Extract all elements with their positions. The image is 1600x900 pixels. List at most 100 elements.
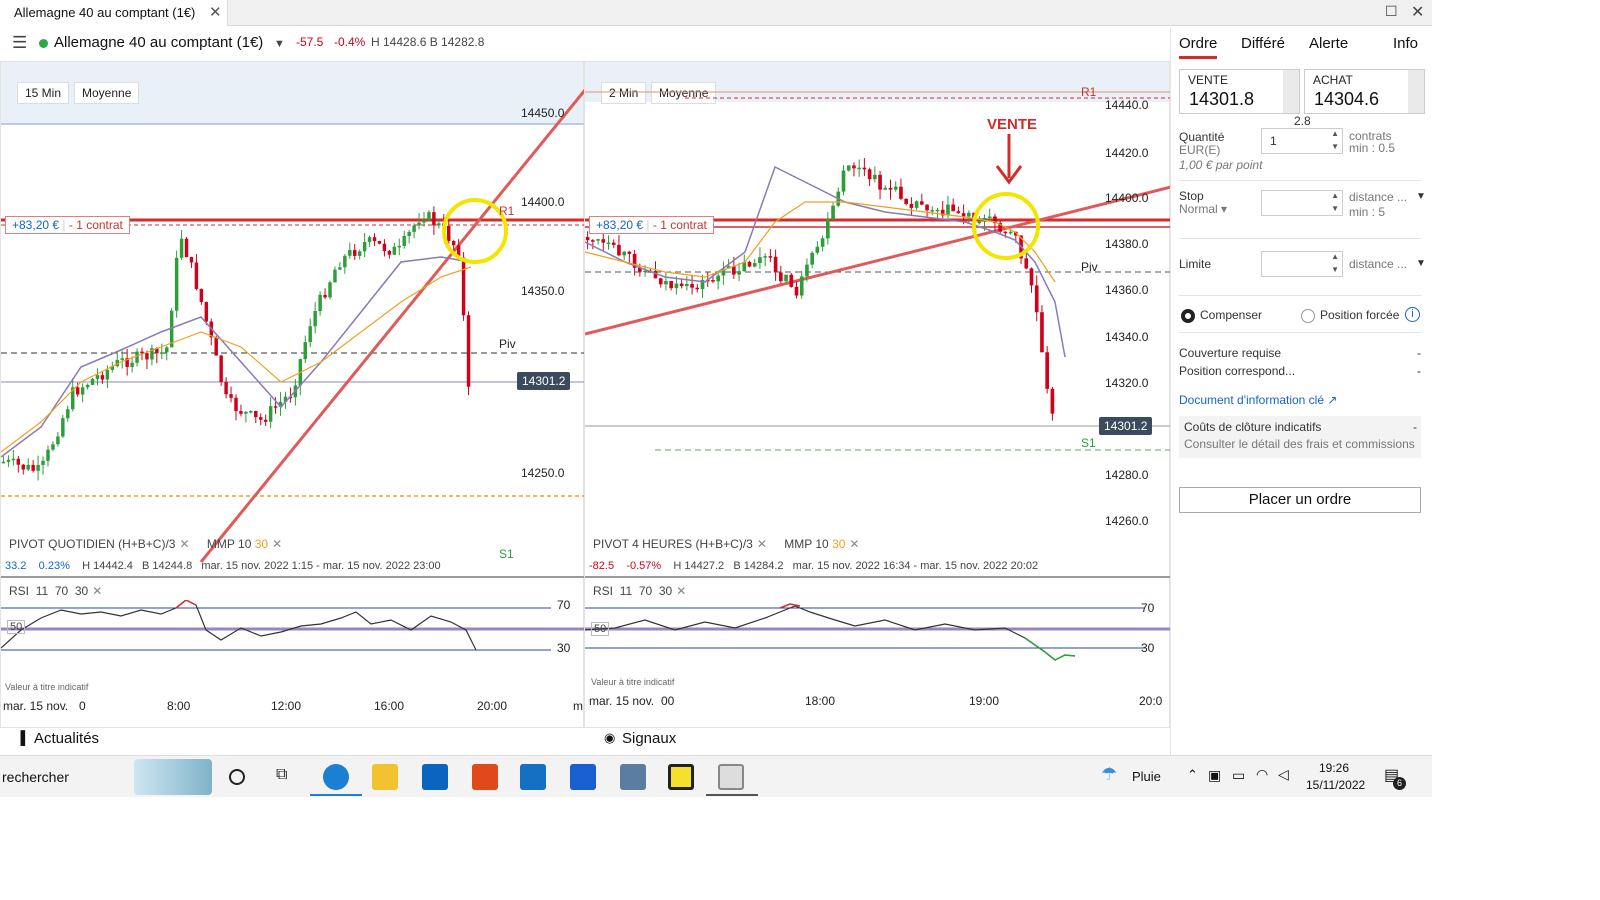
candle-body: [867, 169, 872, 180]
browser-tab[interactable]: Allemagne 40 au comptant (1€) ✕: [0, 0, 228, 26]
quantity-min: min : 0.5: [1349, 141, 1396, 155]
chart-right[interactable]: 2 Min Moyenne VENTE 14440.0 14420.0 1440…: [584, 61, 1171, 728]
sticky-notes-icon[interactable]: [668, 764, 694, 790]
window-close-icon[interactable]: ✕: [1411, 2, 1424, 22]
chevron-up-icon[interactable]: ⌃: [1187, 767, 1198, 783]
chevron-down-icon[interactable]: ▼: [1416, 191, 1426, 202]
y-tick: 14440.0: [1105, 98, 1149, 112]
battery-icon[interactable]: ▭: [1232, 767, 1245, 784]
network-icon[interactable]: ▣: [1208, 767, 1221, 784]
position-box[interactable]: +83,20 € | - 1 contrat: [5, 216, 130, 234]
candle-body: [130, 362, 134, 367]
rsi-chart-right[interactable]: [585, 600, 1171, 680]
candle-body: [160, 352, 164, 354]
stepper-down-icon[interactable]: ▼: [1331, 142, 1339, 151]
remove-indicator-icon[interactable]: ✕: [179, 537, 189, 551]
candle-body: [737, 271, 741, 275]
volume-icon[interactable]: ◁: [1278, 766, 1289, 783]
buy-quote-button[interactable]: ACHAT 14304.6: [1304, 69, 1425, 114]
mail-icon[interactable]: [520, 764, 546, 790]
stepper-up-icon[interactable]: ▲: [1331, 129, 1339, 138]
sell-quote-button[interactable]: VENTE 14301.8: [1179, 69, 1300, 114]
tab-ordre[interactable]: Ordre: [1179, 35, 1218, 59]
remove-indicator-icon[interactable]: ✕: [849, 537, 859, 551]
cortana-icon[interactable]: [229, 769, 245, 785]
office-icon[interactable]: [472, 764, 498, 790]
place-order-button[interactable]: Placer un ordre: [1179, 487, 1421, 513]
stepper-down-icon[interactable]: ▼: [1331, 204, 1339, 213]
stepper-up-icon[interactable]: ▲: [1331, 191, 1339, 200]
news-panel-header[interactable]: ▐ Actualités: [0, 728, 584, 754]
instrument-name[interactable]: Allemagne 40 au comptant (1€): [54, 34, 263, 51]
tab-close-icon[interactable]: ✕: [209, 3, 222, 21]
chart-window-icon[interactable]: [718, 764, 744, 790]
tab-differe[interactable]: Différé: [1241, 35, 1285, 52]
stop-distance-input[interactable]: ▲ ▼: [1261, 190, 1343, 216]
maximize-icon[interactable]: ☐: [1385, 3, 1398, 20]
kid-document-link[interactable]: Document d'information clé ↗: [1179, 393, 1337, 407]
limit-distance-input[interactable]: ▲ ▼: [1261, 251, 1343, 277]
signals-panel-header[interactable]: ◉ Signaux: [584, 728, 1170, 754]
pane-splitter[interactable]: [1, 576, 585, 578]
stop-type-select[interactable]: Normal ▾: [1179, 202, 1227, 216]
clock-date[interactable]: 15/11/2022: [1306, 778, 1365, 792]
rsi-name: RSI: [9, 584, 30, 598]
wifi-icon[interactable]: ◠: [1256, 766, 1268, 783]
trading-app-icon[interactable]: [570, 764, 596, 790]
task-view-icon[interactable]: ⧉: [276, 766, 287, 784]
info-pct: 0.23%: [38, 560, 70, 572]
candle-body: [611, 242, 616, 245]
stepper-down-icon[interactable]: ▼: [1331, 265, 1339, 274]
stepper-up-icon[interactable]: ▲: [1331, 252, 1339, 261]
chart-left[interactable]: 15 Min Moyenne 14450.0 14400.0 14350.0 1…: [0, 61, 585, 728]
candle-body: [820, 238, 825, 247]
info-icon[interactable]: i: [1405, 307, 1420, 322]
remove-indicator-icon[interactable]: ✕: [272, 537, 282, 551]
weather-label[interactable]: Pluie: [1132, 769, 1161, 784]
active-app-indicator: [706, 794, 758, 796]
candle-body: [1050, 388, 1055, 414]
chevron-down-icon[interactable]: ▼: [274, 38, 285, 50]
x-tick: 8:00: [167, 699, 191, 713]
candlestick-chart-left[interactable]: [1, 62, 585, 582]
chevron-down-icon[interactable]: ▼: [1416, 258, 1426, 269]
chart-info-line: -82.5 -0.57% H 14427.2 B 14284.2 mar. 15…: [589, 560, 1038, 572]
x-tick: 20:00: [477, 699, 508, 713]
candlestick-chart-right[interactable]: [585, 62, 1171, 582]
info-change: -82.5: [589, 560, 615, 572]
candle-body: [888, 187, 893, 190]
y-tick: 14380.0: [1105, 237, 1149, 251]
position-box[interactable]: +83,20 € | - 1 contrat: [589, 216, 714, 234]
rsi-level-30: 30: [557, 641, 571, 655]
remove-indicator-icon[interactable]: ✕: [757, 537, 767, 551]
candle-body: [956, 211, 961, 214]
cost-details-link[interactable]: Consulter le détail des frais et commiss…: [1184, 437, 1415, 451]
search-box[interactable]: rechercher: [2, 769, 69, 785]
candle-body: [427, 212, 431, 220]
weather-icon[interactable]: ☂: [1101, 764, 1117, 785]
candle-body: [451, 241, 456, 246]
tab-alerte[interactable]: Alerte: [1309, 35, 1348, 52]
candle-body: [51, 444, 55, 450]
per-point: 1,00 € par point: [1179, 158, 1263, 172]
clock-time[interactable]: 19:26: [1319, 761, 1349, 775]
file-explorer-icon[interactable]: [372, 764, 398, 790]
candle-body: [85, 384, 90, 388]
market-open-indicator: [39, 39, 48, 48]
pane-splitter[interactable]: [585, 576, 1171, 578]
remove-indicator-icon[interactable]: ✕: [92, 584, 102, 598]
forced-position-radio[interactable]: [1301, 309, 1315, 323]
edge-icon[interactable]: [323, 764, 349, 790]
remove-indicator-icon[interactable]: ✕: [676, 584, 686, 598]
rsi-param: 70: [54, 584, 69, 598]
stop-distance-select[interactable]: distance ...: [1349, 190, 1407, 204]
candle-body: [461, 257, 466, 316]
compensate-radio[interactable]: [1181, 309, 1195, 323]
rsi-chart-left[interactable]: [1, 600, 585, 680]
hamburger-menu-icon[interactable]: ☰: [12, 33, 27, 53]
quantity-stepper[interactable]: 1 ▲ ▼: [1261, 128, 1343, 154]
store-icon[interactable]: [422, 764, 448, 790]
limit-distance-select[interactable]: distance ...: [1349, 257, 1407, 271]
tab-info[interactable]: Info: [1393, 35, 1418, 52]
calculator-icon[interactable]: [620, 764, 646, 790]
